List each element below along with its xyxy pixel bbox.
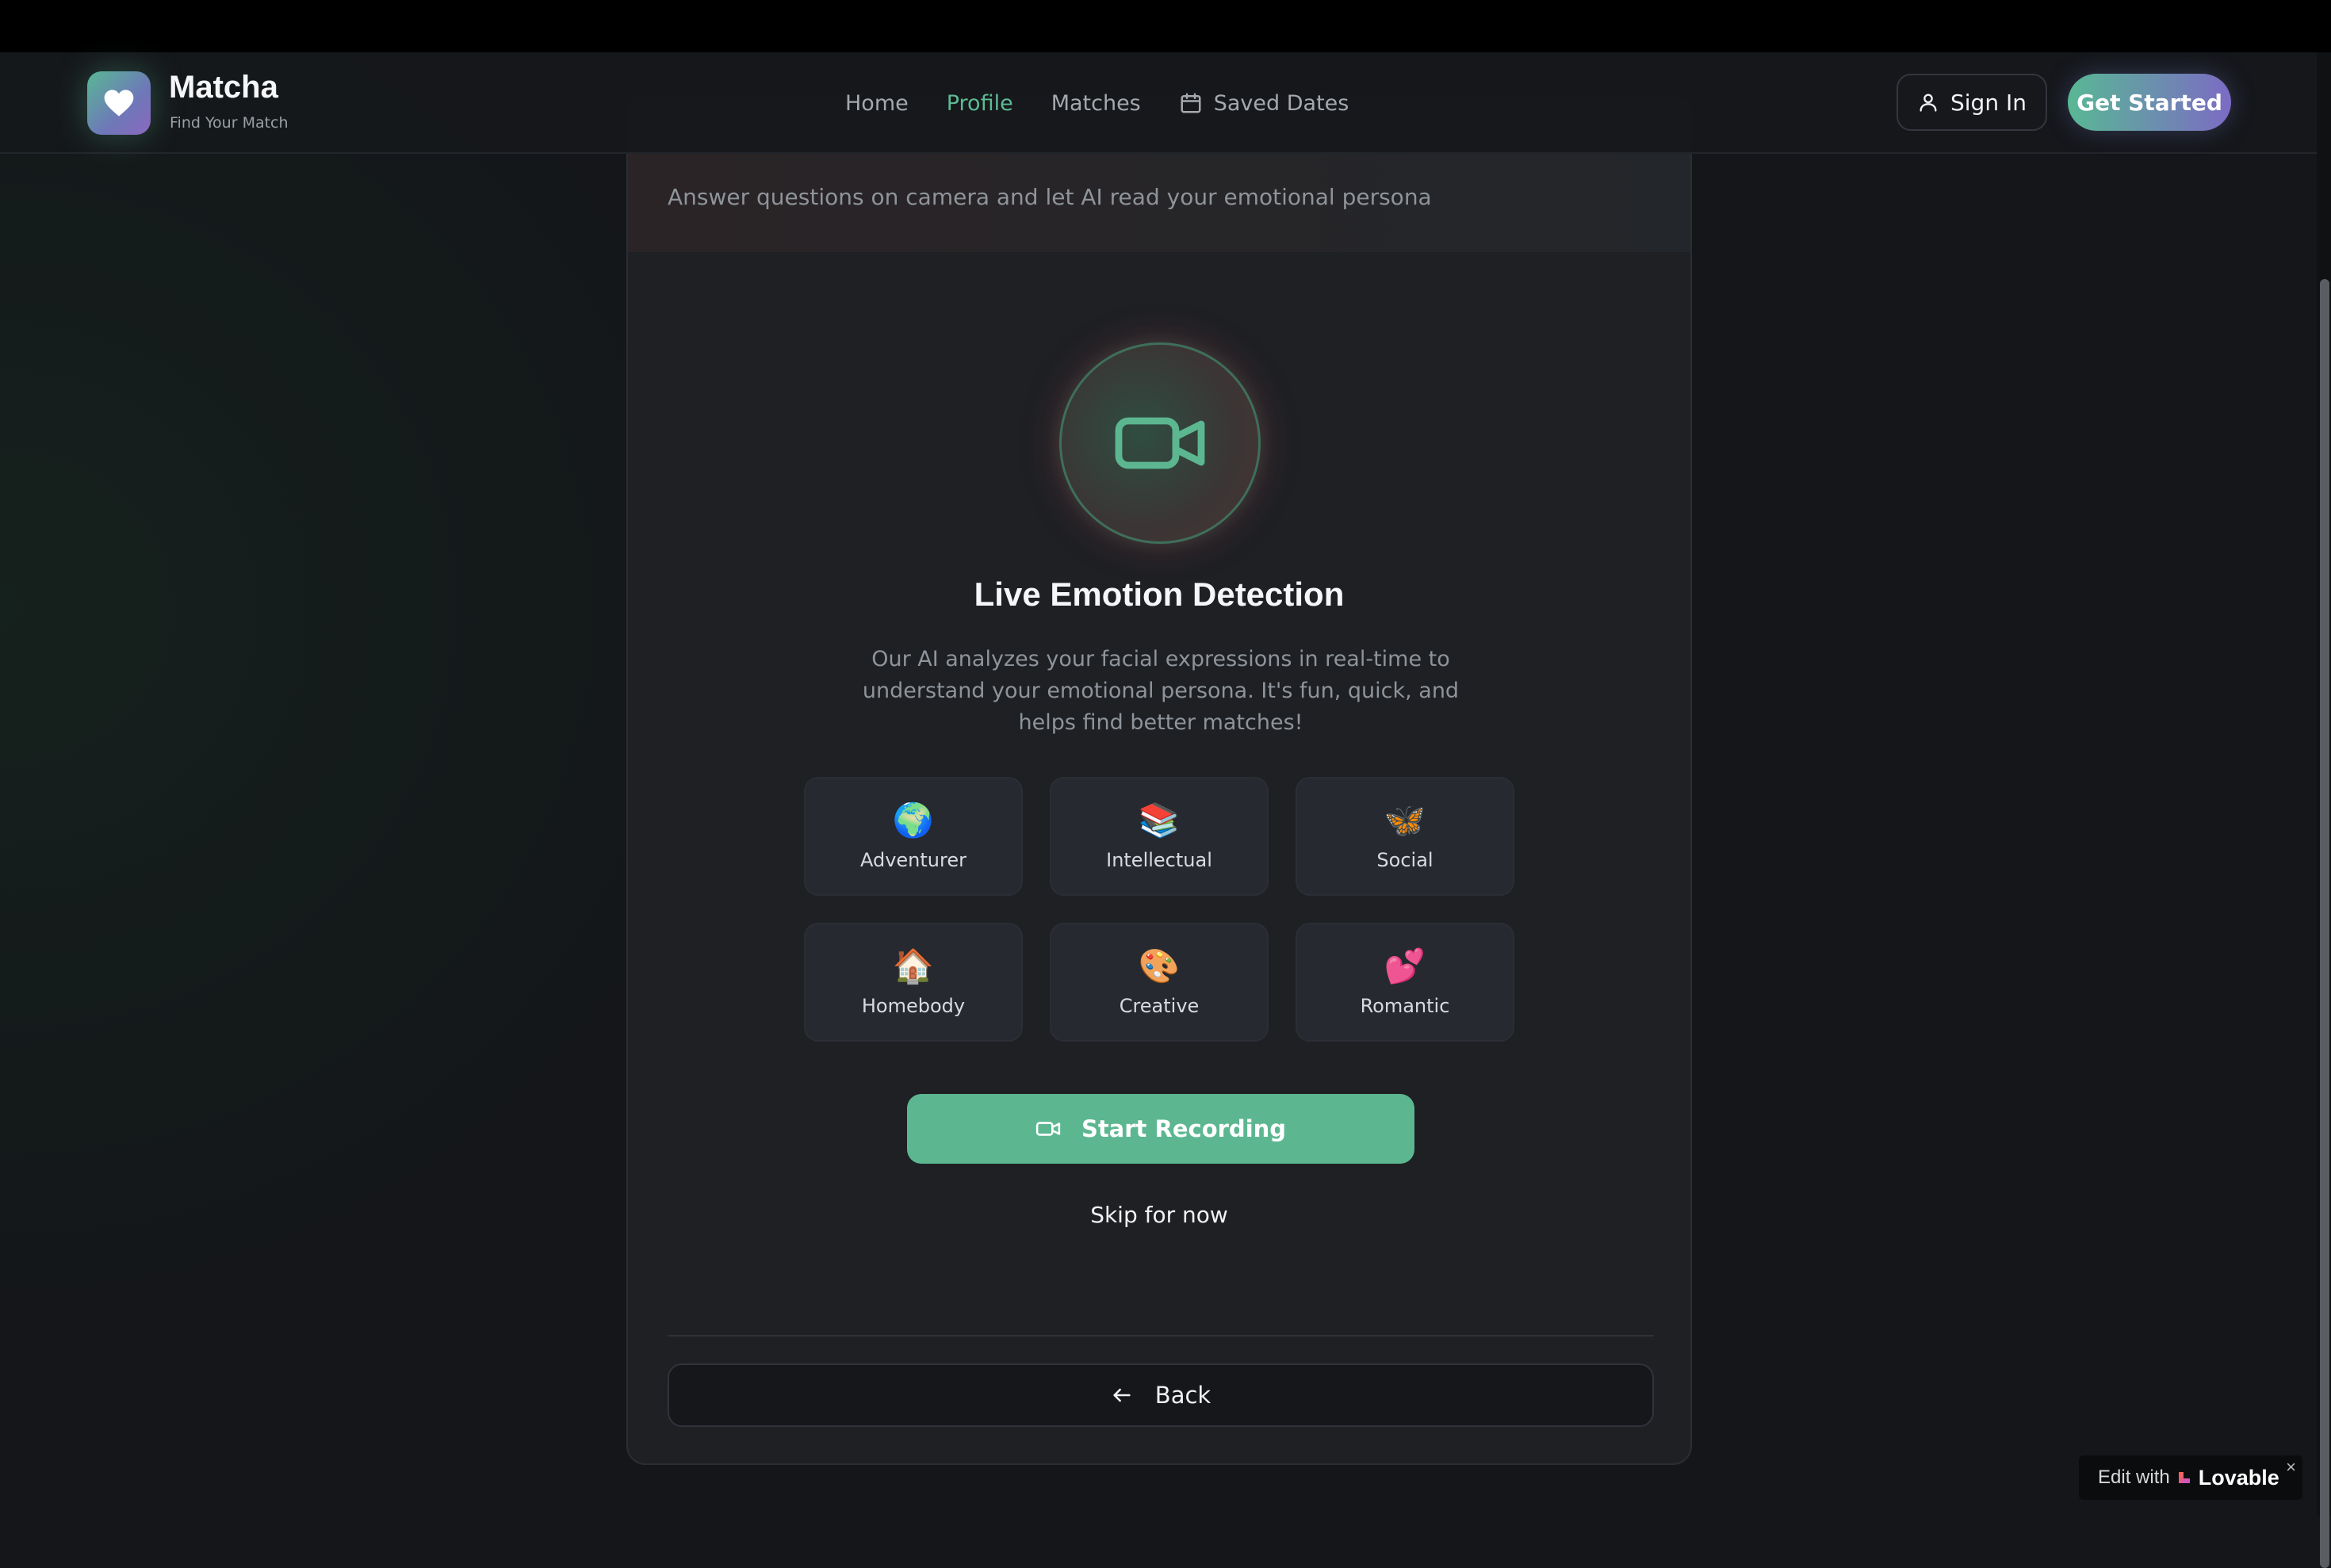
nav-link-profile[interactable]: Profile [947,91,1013,116]
top-black-bar [0,0,2331,52]
brand-tagline: Find Your Match [170,114,289,132]
persona-label: Homebody [861,995,966,1017]
start-recording-label: Start Recording [1081,1115,1287,1142]
emotion-detection-card: Answer questions on camera and let AI re… [626,95,1692,1465]
logo[interactable] [87,71,151,135]
two-hearts-icon: 💕 [1384,947,1426,985]
persona-card-intellectual[interactable]: 📚 Intellectual [1050,777,1269,896]
lovable-logo-icon [2178,1472,2190,1483]
persona-card-adventurer[interactable]: 🌍 Adventurer [804,777,1023,896]
scrollbar[interactable] [2317,52,2331,1568]
start-recording-button[interactable]: Start Recording [907,1094,1414,1164]
nav-link-home[interactable]: Home [845,91,909,116]
books-icon: 📚 [1138,801,1181,839]
divider [668,1335,1654,1337]
camera-preview-circle [1059,342,1261,544]
calendar-icon [1181,93,1201,113]
video-camera-icon [1115,417,1205,469]
badge-prefix: Edit with [2098,1467,2170,1488]
persona-label: Social [1376,849,1433,871]
skip-for-now-link[interactable]: Skip for now [628,1202,1690,1228]
nav-link-matches[interactable]: Matches [1051,91,1141,116]
video-camera-icon [1035,1122,1061,1136]
persona-label: Adventurer [859,849,966,871]
brand-name[interactable]: Matcha [169,70,278,105]
persona-label: Romantic [1360,995,1450,1017]
sign-in-label: Sign In [1950,89,2027,116]
card-subtitle: Answer questions on camera and let AI re… [668,184,1432,210]
nav-link-saved-dates[interactable]: Saved Dates [1179,91,1349,116]
back-label: Back [1154,1382,1211,1409]
navbar: Matcha Find Your Match Home Profile Matc… [0,52,2317,154]
sign-in-button[interactable]: Sign In [1897,74,2047,131]
edit-with-lovable-badge[interactable]: Edit with Lovable × [2079,1455,2302,1500]
persona-card-creative[interactable]: 🎨 Creative [1050,923,1269,1042]
get-started-button[interactable]: Get Started [2068,74,2231,131]
badge-brand: Lovable [2198,1465,2279,1490]
detection-description: Our AI analyzes your facial expressions … [862,647,1460,735]
butterfly-icon: 🦋 [1384,801,1426,839]
palette-icon: 🎨 [1138,947,1181,985]
persona-card-homebody[interactable]: 🏠 Homebody [804,923,1023,1042]
persona-label: Creative [1119,995,1200,1017]
house-icon: 🏠 [892,947,935,985]
arrow-left-icon [1113,1388,1131,1402]
nav-link-saved-dates-label: Saved Dates [1213,90,1349,116]
persona-label: Intellectual [1106,849,1212,871]
persona-card-social[interactable]: 🦋 Social [1296,777,1514,896]
scrollbar-thumb[interactable] [2320,279,2329,1568]
globe-icon: 🌍 [892,801,935,839]
persona-card-romantic[interactable]: 💕 Romantic [1296,923,1514,1042]
heart-icon [104,90,134,117]
back-button[interactable]: Back [668,1363,1654,1427]
close-icon[interactable]: × [2286,1457,2296,1478]
detection-title: Live Emotion Detection [974,576,1345,613]
user-icon [1920,94,1937,112]
nav-links: Home Profile Matches Saved Dates [845,87,1349,119]
